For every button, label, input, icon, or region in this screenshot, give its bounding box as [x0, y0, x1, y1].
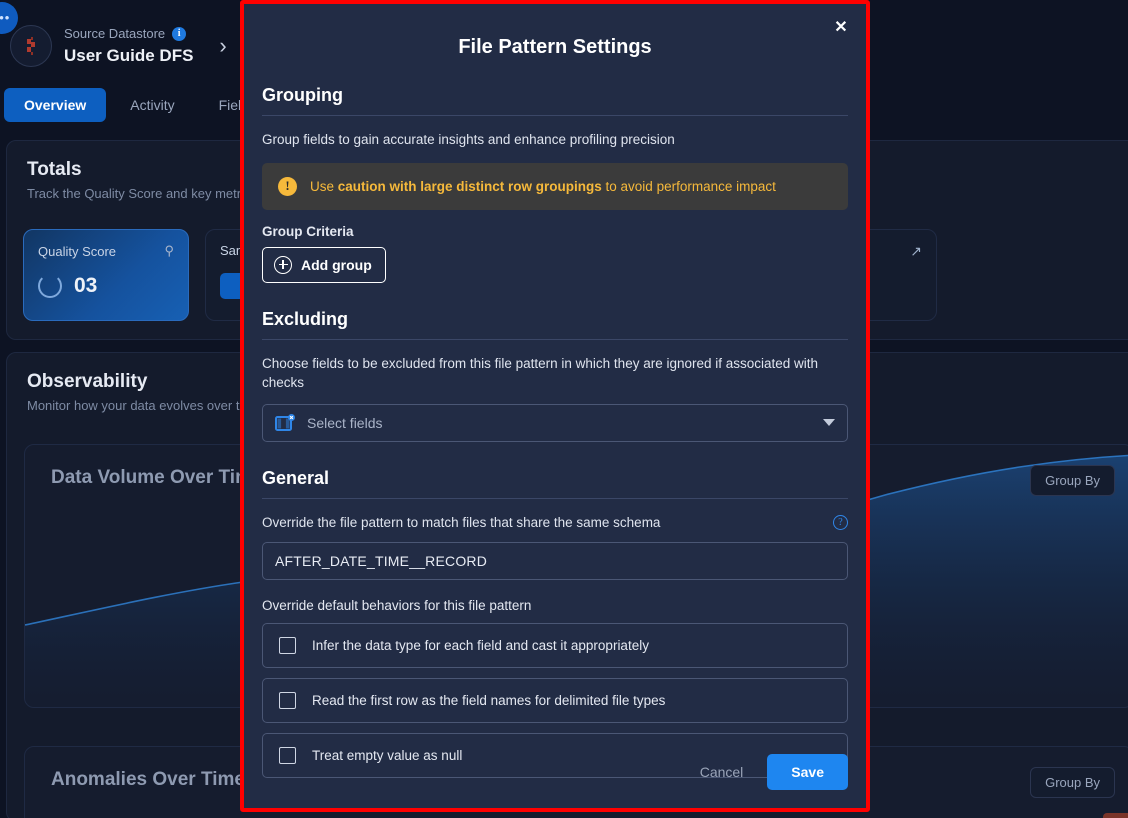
checkbox-row-first-row-field-names[interactable]: Read the first row as the field names fo…: [262, 678, 848, 724]
anomaly-bar: [1103, 813, 1128, 818]
file-pattern-settings-dialog: ✕ File Pattern Settings Grouping Group f…: [244, 4, 866, 808]
group-criteria-label: Group Criteria: [262, 223, 354, 239]
dialog-footer: Cancel Save: [694, 754, 848, 790]
progress-ring-icon: [38, 274, 62, 298]
add-group-label: Add group: [301, 256, 372, 273]
checkbox-infer-data-type[interactable]: [279, 637, 296, 655]
metric-card-quality-score[interactable]: Quality Score ⚲ 03: [23, 229, 189, 321]
file-pattern-settings-dialog-highlight: ✕ File Pattern Settings Grouping Group f…: [240, 0, 870, 812]
arrow-up-right-icon[interactable]: ↗: [910, 243, 922, 260]
override-behaviors-label: Override default behaviors for this file…: [262, 598, 532, 614]
warning-suffix: to avoid performance impact: [601, 178, 776, 194]
chart-title-data-volume: Data Volume Over Time: [51, 467, 263, 488]
section-heading-excluding: Excluding: [262, 309, 848, 340]
group-by-button-anomalies[interactable]: Group By: [1030, 767, 1115, 798]
chart-title-anomalies: Anomalies Over Time: [51, 769, 245, 790]
save-button[interactable]: Save: [767, 754, 848, 790]
datastore-logo-icon: [10, 25, 52, 67]
excluding-description: Choose fields to be excluded from this f…: [262, 355, 819, 391]
warning-icon: !: [278, 176, 297, 196]
datastore-kicker: Source Datastore i: [64, 26, 193, 42]
tab-activity[interactable]: Activity: [110, 88, 194, 122]
grouping-warning-banner: ! Use caution with large distinct row gr…: [262, 162, 848, 210]
tab-overview[interactable]: Overview: [4, 88, 107, 122]
override-pattern-row: Override the file pattern to match files…: [262, 513, 848, 533]
datastore-name: User Guide DFS: [64, 45, 194, 65]
dialog-title: File Pattern Settings: [458, 36, 652, 58]
section-heading-general: General: [262, 468, 848, 499]
chevron-down-icon[interactable]: [823, 419, 835, 427]
grouping-description: Group fields to gain accurate insights a…: [262, 132, 675, 147]
cancel-button[interactable]: Cancel: [694, 756, 750, 788]
warning-strong: caution with large distinct row grouping…: [337, 178, 602, 194]
exclude-fields-select[interactable]: Select fields: [262, 403, 848, 442]
plus-circle-icon: [274, 255, 292, 274]
info-icon[interactable]: i: [172, 27, 187, 42]
checkbox-label: Treat empty value as null: [312, 748, 463, 764]
add-group-button[interactable]: Add group: [262, 246, 386, 283]
group-by-button-data-volume[interactable]: Group By: [1030, 465, 1115, 496]
close-icon[interactable]: ✕: [830, 16, 852, 38]
datastore-header: Source Datastore i User Guide DFS ›: [10, 25, 227, 67]
exclude-fields-placeholder: Select fields: [307, 414, 383, 431]
checkbox-label: Infer the data type for each field and c…: [312, 638, 649, 654]
exclude-fields-icon: [275, 413, 296, 432]
datastore-kicker-text: Source Datastore: [64, 26, 166, 42]
override-pattern-label: Override the file pattern to match files…: [262, 514, 661, 530]
checkbox-label: Read the first row as the field names fo…: [312, 693, 666, 709]
metric-label: Quality Score: [38, 243, 117, 259]
chevron-right-icon[interactable]: ›: [219, 33, 226, 59]
file-pattern-input[interactable]: AFTER_DATE_TIME__RECORD: [262, 542, 848, 581]
search-icon[interactable]: ⚲: [164, 243, 174, 259]
warning-text: Use caution with large distinct row grou…: [310, 179, 776, 194]
checkbox-empty-value-null[interactable]: [279, 747, 296, 765]
tab-bar: Overview Activity Fields: [4, 88, 276, 122]
checkbox-row-infer-data-type[interactable]: Infer the data type for each field and c…: [262, 623, 848, 669]
section-heading-grouping: Grouping: [262, 85, 848, 116]
warning-prefix: Use: [310, 178, 338, 194]
help-icon[interactable]: ?: [833, 514, 848, 530]
checkbox-first-row-field-names[interactable]: [279, 692, 296, 710]
metric-value: 03: [74, 274, 98, 297]
